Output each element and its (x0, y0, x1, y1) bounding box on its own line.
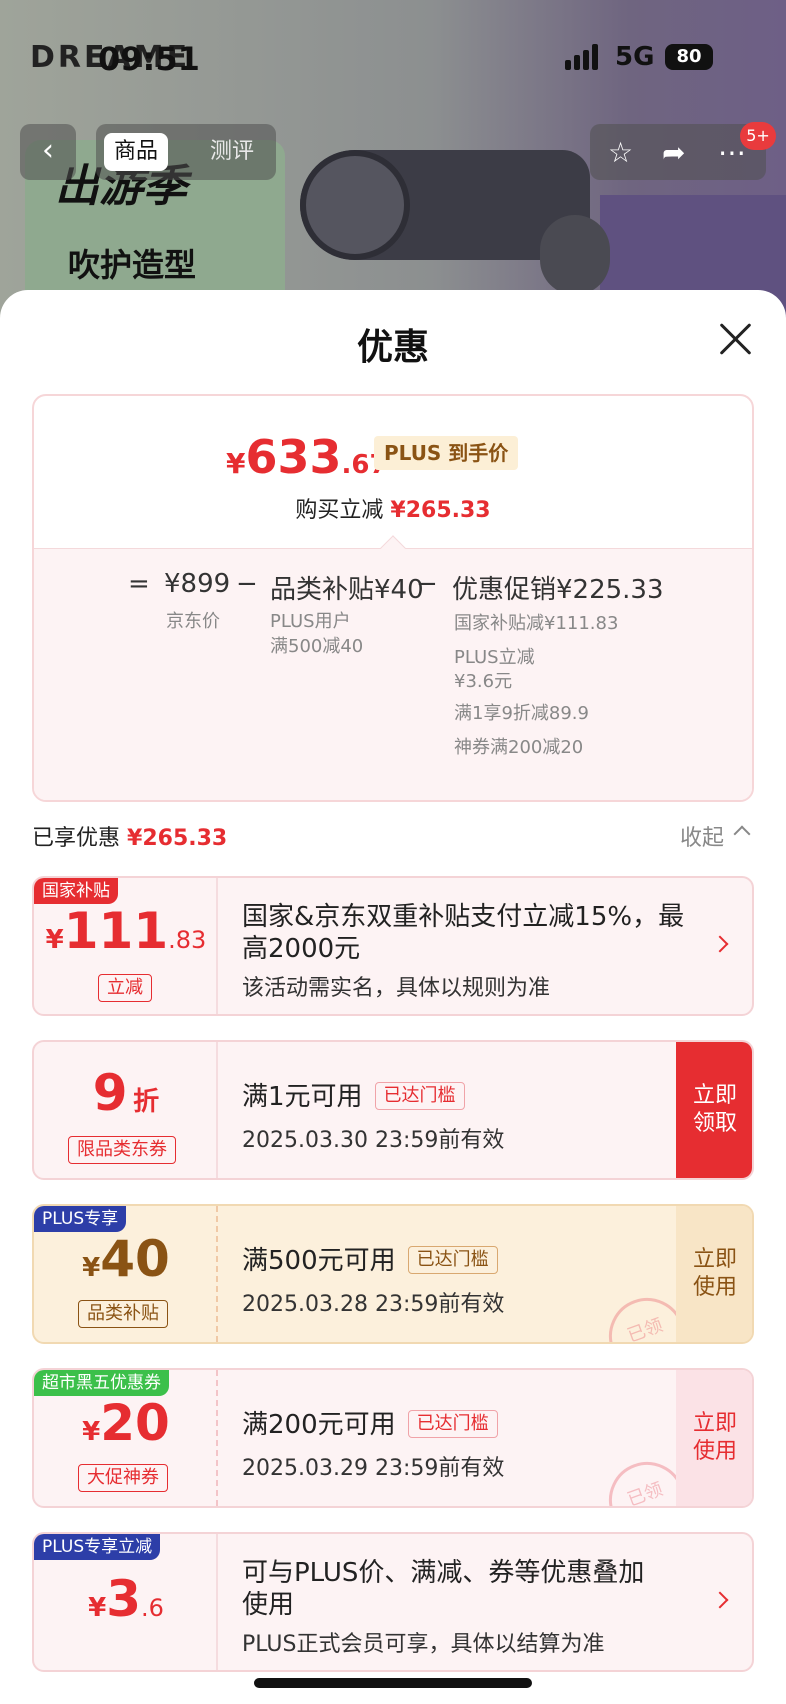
tab-product[interactable]: 商品 (104, 133, 169, 171)
status-time: 09:51 (98, 40, 200, 78)
chevron-right-icon[interactable] (711, 935, 729, 953)
promo-total: 优惠促销¥225.33 (452, 575, 664, 605)
chevron-left-icon: ‹ (42, 133, 54, 168)
coupon-value: PLUS专享立减 ¥3.6 (34, 1534, 218, 1670)
threshold-reached-tag: 已达门槛 (407, 1410, 498, 1438)
coupon-title-line2: 使用 (242, 1590, 295, 1620)
category-subsidy-note2: 满500减40 (270, 636, 364, 657)
promo-line: PLUS立减 (454, 647, 535, 668)
coupon-title-line2: 高2000元 (242, 934, 361, 964)
coupon-chip: 立减 (98, 974, 152, 1002)
signal-icon (565, 44, 605, 70)
threshold-reached-tag: 已达门槛 (407, 1246, 498, 1274)
coupon-amount: ¥3.6 (88, 1570, 164, 1628)
coupon-amount: ¥111.83 (45, 902, 207, 960)
hair-dryer-handle-image (540, 215, 610, 295)
coupon-title: 可与PLUS价、满减、券等优惠叠加 (242, 1558, 645, 1588)
minus-sign: − (416, 569, 438, 599)
coupon-chip: 品类补贴 (78, 1300, 168, 1328)
battery-icon: 80 (665, 44, 713, 70)
coupon-supermarket: 超市黑五优惠券 ¥20 大促神券 满200元可用 已达门槛 2025.03.29 … (32, 1368, 754, 1508)
coupon-note: 该活动需实名，具体以规则为准 (242, 976, 551, 1001)
price-summary: ¥633.67 PLUS 到手价 购买立减 ¥265.33 = ¥899 京东价… (32, 394, 754, 802)
poster-subline: 吹护造型 (68, 246, 197, 284)
claim-button[interactable]: 立即 领取 (676, 1042, 752, 1178)
coupon-title: 满500元可用 已达门槛 (242, 1240, 498, 1277)
chevron-up-icon[interactable] (733, 825, 751, 843)
coupon-plus-category: PLUS专享 ¥40 品类补贴 满500元可用 已达门槛 2025.03.28 2… (32, 1204, 754, 1344)
price-breakdown: = ¥899 京东价 − 品类补贴¥40 PLUS用户 满500减40 − 优惠… (34, 548, 752, 800)
home-indicator[interactable] (254, 1678, 532, 1688)
instant-discount: 购买立减 ¥265.33 (295, 498, 491, 523)
sheet-title: 优惠 (356, 327, 429, 368)
discount-sheet: 优惠 ¥633.67 PLUS 到手价 购买立减 ¥265.33 = ¥899 … (0, 290, 786, 1704)
coupon-national-subsidy[interactable]: 国家补贴 ¥111.83 立减 国家&京东双重补贴支付立减15%，最 高2000… (32, 876, 754, 1016)
equals-sign: = (128, 569, 150, 599)
promo-line: 神券满200减20 (454, 737, 584, 758)
message-badge: 5+ (740, 122, 776, 150)
collapse-button[interactable]: 收起 (680, 820, 724, 852)
coupon-value: 9 折 限品类东券 (34, 1042, 218, 1178)
promo-line: ¥3.6元 (454, 671, 513, 692)
final-price: ¥633.67 (226, 430, 388, 484)
coupon-value: 国家补贴 ¥111.83 立减 (34, 878, 218, 1014)
coupon-value: 超市黑五优惠券 ¥20 大促神券 (34, 1370, 218, 1506)
coupon-expiry: 2025.03.28 23:59前有效 (242, 1292, 505, 1317)
promo-line: 满1享9折减89.9 (454, 703, 589, 724)
jd-price-label: 京东价 (166, 611, 220, 632)
status-bar: 09:51 5G 80 (0, 0, 786, 110)
coupon-corner-label: 国家补贴 (34, 878, 118, 904)
coupon-nine-discount: 9 折 限品类东券 满1元可用 已达门槛 2025.03.30 23:59前有效 … (32, 1040, 754, 1180)
minus-sign: − (236, 569, 258, 599)
coupon-amount: 9 折 (92, 1064, 160, 1122)
coupon-chip: 限品类东券 (68, 1136, 176, 1164)
network-type: 5G (615, 42, 655, 72)
coupon-title: 满1元可用 已达门槛 (242, 1076, 465, 1113)
tab-review[interactable]: 测评 (200, 133, 264, 171)
back-button[interactable]: ‹ (20, 124, 76, 180)
plus-price-tag: PLUS 到手价 (374, 436, 519, 470)
coupon-amount: ¥20 (82, 1394, 170, 1452)
promo-line: 国家补贴减¥111.83 (454, 613, 619, 634)
use-button[interactable]: 立即 使用 (676, 1370, 752, 1506)
coupon-plus-instant[interactable]: PLUS专享立减 ¥3.6 可与PLUS价、满减、券等优惠叠加 使用 PLUS正… (32, 1532, 754, 1672)
close-icon[interactable] (716, 320, 754, 358)
enjoyed-discount: 已享优惠 ¥265.33 (32, 826, 228, 851)
share-icon[interactable]: ➦ (662, 136, 685, 169)
coupon-corner-label: PLUS专享 (34, 1206, 127, 1232)
coupon-value: PLUS专享 ¥40 品类补贴 (34, 1206, 218, 1342)
coupon-chip: 大促神券 (78, 1464, 168, 1492)
category-subsidy-note1: PLUS用户 (270, 611, 351, 632)
coupon-expiry: 2025.03.29 23:59前有效 (242, 1456, 505, 1481)
coupon-amount: ¥40 (82, 1230, 170, 1288)
coupon-corner-label: PLUS专享立减 (34, 1534, 161, 1560)
chevron-right-icon[interactable] (711, 1591, 729, 1609)
coupon-note: PLUS正式会员可享，具体以结算为准 (242, 1632, 605, 1657)
coupon-corner-label: 超市黑五优惠券 (34, 1370, 169, 1396)
page-tabs: 商品 测评 (96, 124, 276, 180)
threshold-reached-tag: 已达门槛 (374, 1082, 465, 1110)
use-button[interactable]: 立即 使用 (676, 1206, 752, 1342)
jd-price: ¥899 (164, 569, 231, 599)
star-icon[interactable]: ☆ (608, 136, 633, 169)
coupon-title: 满200元可用 已达门槛 (242, 1404, 498, 1441)
category-subsidy: 品类补贴¥40 (270, 575, 424, 605)
coupon-expiry: 2025.03.30 23:59前有效 (242, 1128, 505, 1153)
hair-dryer-head-image (300, 150, 410, 260)
